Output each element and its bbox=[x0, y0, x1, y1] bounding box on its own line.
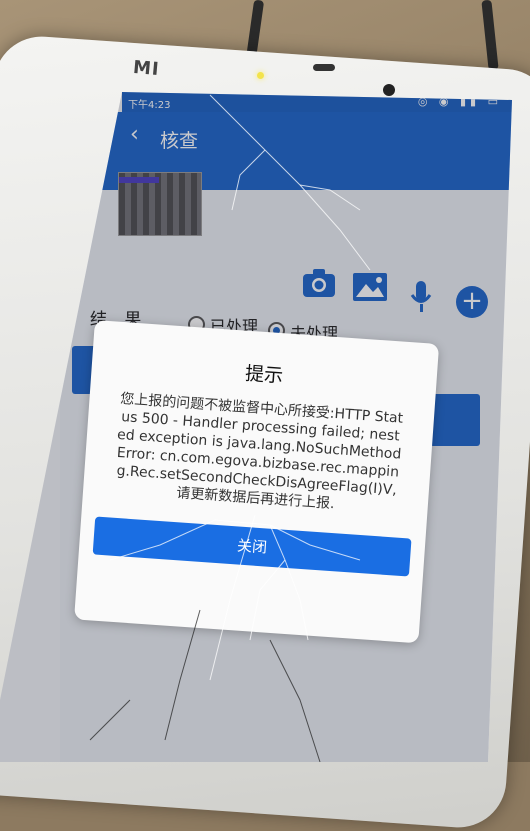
phone: MI 下午4:23 ◎ ◉ ▮▮ ▭ ‹ 核查 + 结 果 已处理 未处理 提示… bbox=[0, 0, 530, 831]
screen-cracks bbox=[89, 94, 371, 762]
